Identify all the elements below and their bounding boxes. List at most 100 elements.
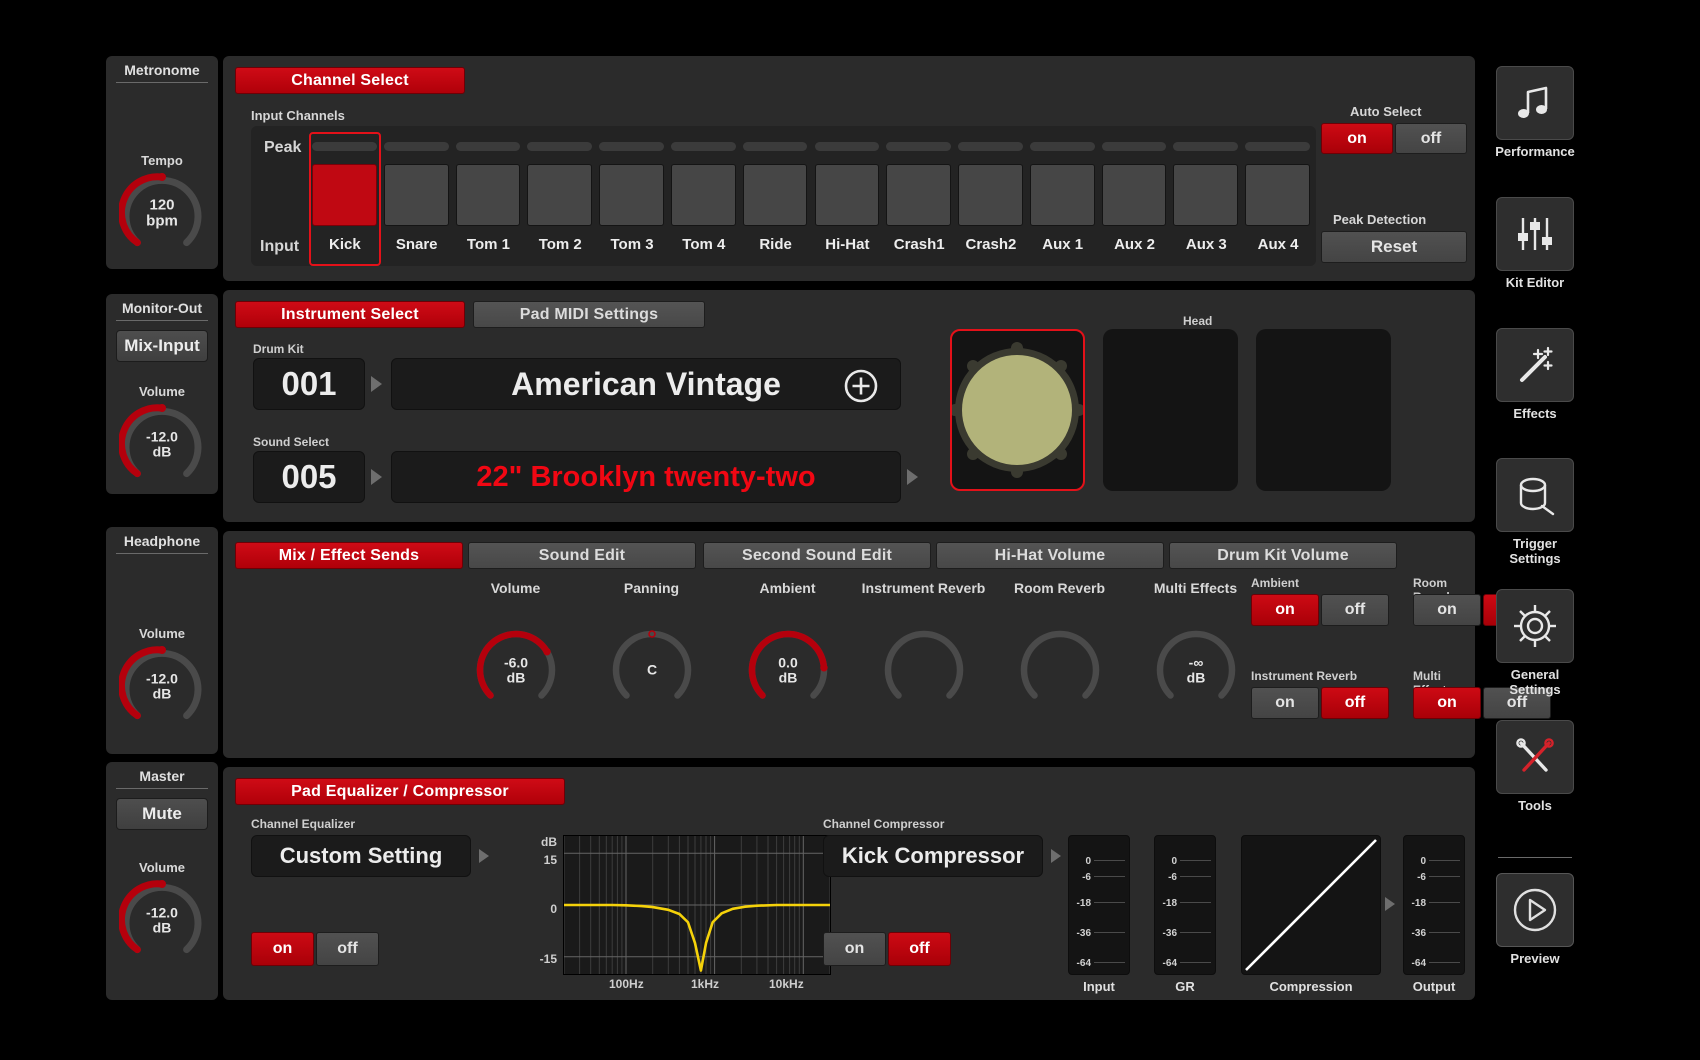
channel-label-aux-2: Aux 2: [1099, 236, 1171, 253]
knob-multi-effects[interactable]: -∞dB: [1153, 627, 1239, 713]
drum-kit-number[interactable]: 001: [253, 358, 365, 410]
peak-bar: [958, 142, 1023, 151]
peak-detection-label: Peak Detection: [1333, 212, 1426, 227]
tab-second-sound-edit[interactable]: Second Sound Edit: [703, 542, 931, 569]
channel-pad-tom-4[interactable]: [671, 164, 736, 226]
nav-kit-editor[interactable]: Kit Editor: [1490, 197, 1580, 291]
channel-pad-ride[interactable]: [743, 164, 808, 226]
tab-sound-edit[interactable]: Sound Edit: [468, 542, 696, 569]
peak-detection-reset-button[interactable]: Reset: [1321, 231, 1467, 263]
knob-instrument-reverb[interactable]: [881, 627, 967, 713]
compressor-preset-value[interactable]: Kick Compressor: [823, 835, 1043, 877]
toggle-on-multi-effects[interactable]: on: [1413, 687, 1481, 719]
mute-button[interactable]: Mute: [116, 798, 208, 830]
master-volume-knob[interactable]: -12.0 dB: [119, 877, 205, 963]
magic-wand-icon-box: [1496, 328, 1574, 402]
nav-performance[interactable]: Performance: [1490, 66, 1580, 160]
peak-bar: [1030, 142, 1095, 151]
tempo-value: 120 bpm: [119, 197, 205, 229]
divider: [116, 320, 208, 321]
knob-room-reverb[interactable]: [1017, 627, 1103, 713]
magic-wand-icon: [1512, 342, 1558, 388]
knob-panning[interactable]: C: [609, 627, 695, 713]
channel-pad-aux-1[interactable]: [1030, 164, 1095, 226]
toggle-on-ambient[interactable]: on: [1251, 594, 1319, 626]
tab-instrument-select[interactable]: Instrument Select: [235, 301, 465, 328]
nav-preview[interactable]: Preview: [1490, 873, 1580, 967]
pad-thumb-2[interactable]: [1103, 329, 1238, 491]
channel-pad-aux-3[interactable]: [1173, 164, 1238, 226]
headphone-volume-value: -12.0 dB: [119, 671, 205, 700]
eq-graph[interactable]: [563, 835, 831, 975]
channel-pad-snare[interactable]: [384, 164, 449, 226]
svg-text:-64: -64: [1412, 958, 1427, 969]
input-meter-label: Input: [1068, 979, 1130, 994]
compressor-off-button[interactable]: off: [888, 932, 951, 966]
channel-pad-crash1[interactable]: [886, 164, 951, 226]
knob-ambient[interactable]: 0.0dB: [745, 627, 831, 713]
channel-pad-hi-hat[interactable]: [815, 164, 880, 226]
knob-value-number-ambient: 0.0: [778, 654, 797, 670]
svg-text:-6: -6: [1168, 872, 1177, 883]
channel-pad-aux-2[interactable]: [1102, 164, 1167, 226]
channel-pad-aux-4[interactable]: [1245, 164, 1310, 226]
monitor-volume-knob[interactable]: -12.0 dB: [119, 401, 205, 487]
sound-select-number[interactable]: 005: [253, 451, 365, 503]
pad-thumb-3[interactable]: [1256, 329, 1391, 491]
drum-kit-name[interactable]: American Vintage: [391, 358, 901, 410]
eq-preset-value[interactable]: Custom Setting: [251, 835, 471, 877]
channel-label-crash2: Crash2: [955, 236, 1027, 253]
nav-effects[interactable]: Effects: [1490, 328, 1580, 422]
toggle-label-ambient: Ambient: [1251, 576, 1299, 590]
monitor-out-title: Monitor-Out: [106, 294, 218, 316]
master-volume-label: Volume: [106, 860, 218, 875]
plus-circle-icon[interactable]: [843, 368, 879, 404]
peak-label: Peak: [264, 139, 301, 157]
tools-icon-box: [1496, 720, 1574, 794]
pad-thumb-head[interactable]: [950, 329, 1085, 491]
knob-volume[interactable]: -6.0dB: [473, 627, 559, 713]
toggle-off-instrument-reverb[interactable]: off: [1321, 687, 1389, 719]
channel-label-aux-3: Aux 3: [1170, 236, 1242, 253]
knob-value-number-multi-effects: -∞: [1189, 654, 1204, 670]
eq-on-button[interactable]: on: [251, 932, 314, 966]
peak-bar: [1102, 142, 1167, 151]
nav-general-settings[interactable]: General Settings: [1490, 589, 1580, 698]
channel-pad-crash2[interactable]: [958, 164, 1023, 226]
auto-select-on-button[interactable]: on: [1321, 123, 1393, 154]
mix-input-button[interactable]: Mix-Input: [116, 330, 208, 362]
monitor-volume-number: -12.0: [146, 428, 178, 444]
auto-select-off-button[interactable]: off: [1395, 123, 1467, 154]
master-volume-number: -12.0: [146, 904, 178, 920]
nav-divider: [1498, 857, 1572, 858]
channel-pad-tom-2[interactable]: [527, 164, 592, 226]
tab-mix-effect-sends[interactable]: Mix / Effect Sends: [235, 542, 463, 569]
toggle-on-instrument-reverb[interactable]: on: [1251, 687, 1319, 719]
compression-curve-graph[interactable]: [1241, 835, 1381, 975]
peak-bar: [384, 142, 449, 151]
chevron-right-icon: [1385, 897, 1395, 911]
channel-compressor-label: Channel Compressor: [823, 817, 944, 831]
tab-pad-equalizer-compressor[interactable]: Pad Equalizer / Compressor: [235, 778, 565, 805]
channel-pad-kick[interactable]: [312, 164, 377, 226]
channel-select-panel: Channel Select Input Channels Peak Input…: [223, 56, 1475, 281]
channel-pad-tom-3[interactable]: [599, 164, 664, 226]
eq-off-button[interactable]: off: [316, 932, 379, 966]
nav-tools[interactable]: Tools: [1490, 720, 1580, 814]
tempo-knob[interactable]: 120 bpm: [119, 170, 205, 256]
output-meter-scale: 0-6-18-36-64: [1404, 836, 1464, 974]
toggle-on-room-reverb[interactable]: on: [1413, 594, 1481, 626]
divider: [116, 82, 208, 83]
tab-hi-hat-volume[interactable]: Hi-Hat Volume: [936, 542, 1164, 569]
tab-drum-kit-volume[interactable]: Drum Kit Volume: [1169, 542, 1397, 569]
nav-trigger-settings[interactable]: Trigger Settings: [1490, 458, 1580, 567]
sound-select-name[interactable]: 22" Brooklyn twenty-two: [391, 451, 901, 503]
gr-meter-label: GR: [1154, 979, 1216, 994]
headphone-volume-knob[interactable]: -12.0 dB: [119, 643, 205, 729]
drum-trigger-icon-box: [1496, 458, 1574, 532]
tab-channel-select[interactable]: Channel Select: [235, 67, 465, 94]
channel-pad-tom-1[interactable]: [456, 164, 521, 226]
toggle-off-ambient[interactable]: off: [1321, 594, 1389, 626]
tab-pad-midi-settings[interactable]: Pad MIDI Settings: [473, 301, 705, 328]
compressor-on-button[interactable]: on: [823, 932, 886, 966]
